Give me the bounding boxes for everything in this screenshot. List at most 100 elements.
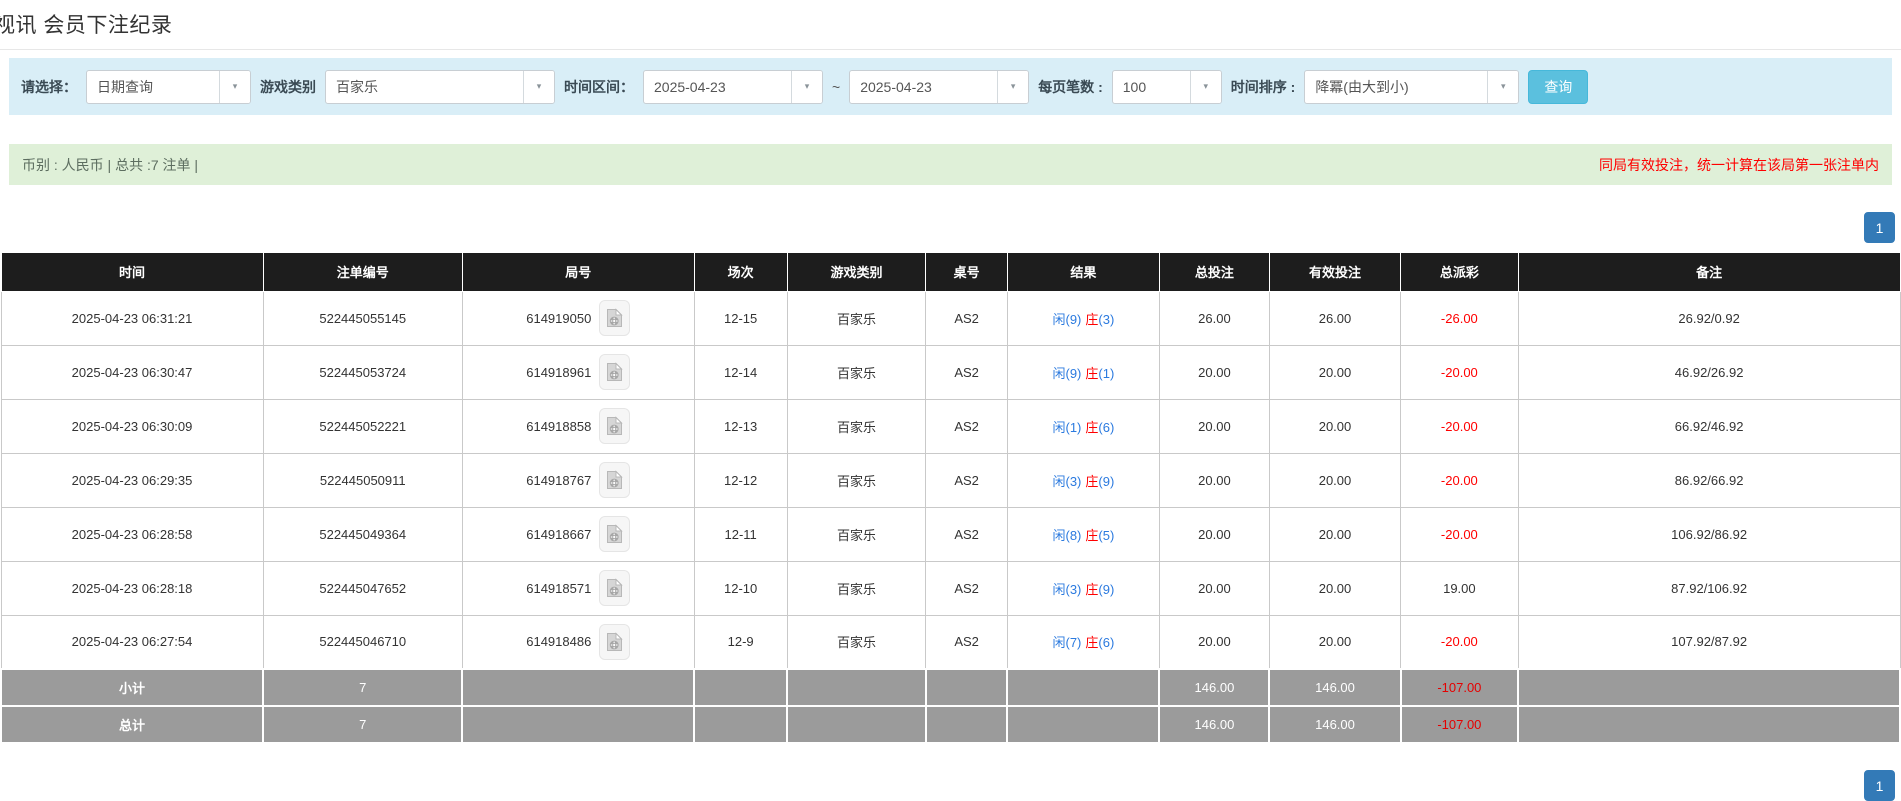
video-file-icon[interactable]: [599, 570, 631, 606]
query-mode-value: 日期查询: [97, 78, 153, 95]
cell-total-bet[interactable]: 20.00: [1158, 560, 1270, 616]
cell-time: 2025-04-23 06:31:21: [0, 290, 264, 346]
cell-table-no: AS2: [925, 344, 1008, 400]
table-row[interactable]: 2025-04-23 06:30:09 522445052221 6149188…: [0, 398, 1901, 454]
subtotal-count: 7: [262, 668, 464, 707]
summary-note: 同局有效投注，统一计算在该局第一张注单内: [1599, 156, 1879, 173]
chevron-down-icon[interactable]: ▾: [791, 70, 822, 103]
cell-total-bet[interactable]: 20.00: [1158, 506, 1270, 562]
grandtotal-count: 7: [262, 705, 464, 744]
table-row[interactable]: 2025-04-23 06:28:58 522445049364 6149186…: [0, 506, 1901, 562]
page-1-button[interactable]: 1: [1864, 770, 1895, 801]
pagination-top: 1: [0, 212, 1901, 243]
cell-note: 106.92/86.92: [1517, 506, 1901, 562]
result-banker-points: (5): [1098, 527, 1115, 543]
cell-game-type: 百家乐: [786, 452, 927, 508]
cell-table-no: AS2: [925, 506, 1008, 562]
video-file-icon[interactable]: [599, 354, 631, 390]
cell-game-type: 百家乐: [786, 398, 927, 454]
cell-round-no: 614918767: [461, 452, 695, 508]
chevron-down-icon[interactable]: ▾: [1487, 70, 1519, 103]
grandtotal-total-bet: 146.00: [1158, 705, 1271, 744]
video-file-icon[interactable]: [599, 300, 631, 336]
page-1-button[interactable]: 1: [1864, 212, 1895, 243]
header-result: 结果: [1006, 253, 1160, 292]
chevron-down-icon[interactable]: ▾: [1189, 70, 1221, 103]
game-type-label: 游戏类别: [260, 78, 316, 95]
subtotal-row: 小计 7 146.00 146.00 -107.00: [0, 668, 1901, 707]
cell-total-bet[interactable]: 20.00: [1158, 452, 1270, 508]
cell-total-bet[interactable]: 20.00: [1158, 398, 1270, 454]
cell-result: 闲(3) 庄(9): [1006, 560, 1160, 616]
cell-table-no: AS2: [925, 560, 1008, 616]
table-row[interactable]: 2025-04-23 06:27:54 522445046710 6149184…: [0, 614, 1901, 670]
grandtotal-label: 总计: [0, 705, 265, 744]
cell-valid-bet: 20.00: [1268, 398, 1402, 454]
chevron-down-icon[interactable]: ▾: [219, 70, 250, 103]
header-table-no: 桌号: [925, 253, 1008, 292]
video-file-icon[interactable]: [599, 623, 631, 660]
video-file-icon[interactable]: [599, 408, 631, 444]
cell-note: 66.92/46.92: [1517, 398, 1901, 454]
subtotal-empty: [693, 668, 789, 707]
cell-bet-no: 522445046710: [262, 614, 463, 670]
cell-total-bet[interactable]: 20.00: [1158, 614, 1270, 670]
cell-game-type: 百家乐: [786, 614, 927, 670]
cell-total-bet[interactable]: 26.00: [1158, 290, 1270, 346]
cell-total-bet[interactable]: 20.00: [1158, 344, 1270, 400]
result-banker: 庄: [1085, 365, 1099, 381]
video-file-icon[interactable]: [599, 516, 631, 552]
chevron-down-icon[interactable]: ▾: [523, 70, 554, 103]
query-mode-select[interactable]: 日期查询 ▾: [86, 69, 251, 104]
grandtotal-empty: [786, 705, 927, 744]
grandtotal-valid-bet: 146.00: [1268, 705, 1402, 744]
result-banker: 庄: [1085, 473, 1099, 489]
grandtotal-empty: [924, 705, 1009, 744]
cell-result: 闲(8) 庄(5): [1006, 506, 1160, 562]
cell-round-no: 614918961: [461, 344, 695, 400]
header-note: 备注: [1517, 253, 1901, 292]
game-type-select[interactable]: 百家乐 ▾: [325, 69, 555, 104]
video-file-icon[interactable]: [599, 462, 631, 498]
subtotal-empty: [461, 668, 696, 707]
cell-payout: 19.00: [1400, 560, 1519, 616]
cell-bet-no: 522445055145: [262, 290, 463, 346]
date-to-value: 2025-04-23: [860, 78, 932, 95]
result-banker-points: (9): [1098, 581, 1115, 597]
cell-payout: -20.00: [1400, 398, 1519, 454]
cell-round-no: 614919050: [461, 290, 695, 346]
round-no-text: 614918961: [526, 364, 592, 380]
cell-bet-no: 522445053724: [262, 344, 463, 400]
page-size-label: 每页笔数 :: [1038, 78, 1103, 95]
cell-note: 46.92/26.92: [1517, 344, 1901, 400]
cell-session: 12-13: [693, 398, 788, 454]
result-banker-points: (6): [1098, 635, 1115, 651]
cell-table-no: AS2: [925, 290, 1008, 346]
cell-round-no: 614918571: [461, 560, 695, 616]
round-no-text: 614918571: [526, 580, 592, 596]
round-no-text: 614918858: [526, 418, 592, 434]
cell-note: 86.92/66.92: [1517, 452, 1901, 508]
date-to-select[interactable]: 2025-04-23 ▾: [849, 69, 1030, 104]
table-row[interactable]: 2025-04-23 06:28:18 522445047652 6149185…: [0, 560, 1901, 616]
table-row[interactable]: 2025-04-23 06:30:47 522445053724 6149189…: [0, 344, 1901, 400]
table-header-row: 时间 注单编号 局号 场次 游戏类别 桌号 结果 总投注 有效投注 总派彩 备注: [0, 253, 1901, 292]
result-banker: 庄: [1085, 311, 1099, 327]
page-title: 视讯 会员下注纪录: [0, 14, 173, 37]
cell-time: 2025-04-23 06:28:18: [0, 560, 264, 616]
game-type-value: 百家乐: [336, 78, 378, 95]
cell-payout: -20.00: [1400, 452, 1519, 508]
time-sort-select[interactable]: 降冪(由大到小) ▾: [1304, 69, 1520, 104]
chevron-down-icon[interactable]: ▾: [997, 70, 1029, 103]
result-player: 闲(1): [1052, 419, 1082, 435]
date-from-select[interactable]: 2025-04-23 ▾: [643, 69, 823, 104]
table-row[interactable]: 2025-04-23 06:29:35 522445050911 6149187…: [0, 452, 1901, 508]
page-size-select[interactable]: 100 ▾: [1111, 69, 1222, 104]
search-button[interactable]: 查询: [1528, 69, 1589, 104]
subtotal-empty: [924, 668, 1009, 707]
cell-result: 闲(1) 庄(6): [1006, 398, 1160, 454]
cell-payout: -20.00: [1400, 614, 1519, 670]
cell-bet-no: 522445050911: [262, 452, 463, 508]
table-row[interactable]: 2025-04-23 06:31:21 522445055145 6149190…: [0, 290, 1901, 346]
subtotal-empty: [1517, 668, 1901, 707]
